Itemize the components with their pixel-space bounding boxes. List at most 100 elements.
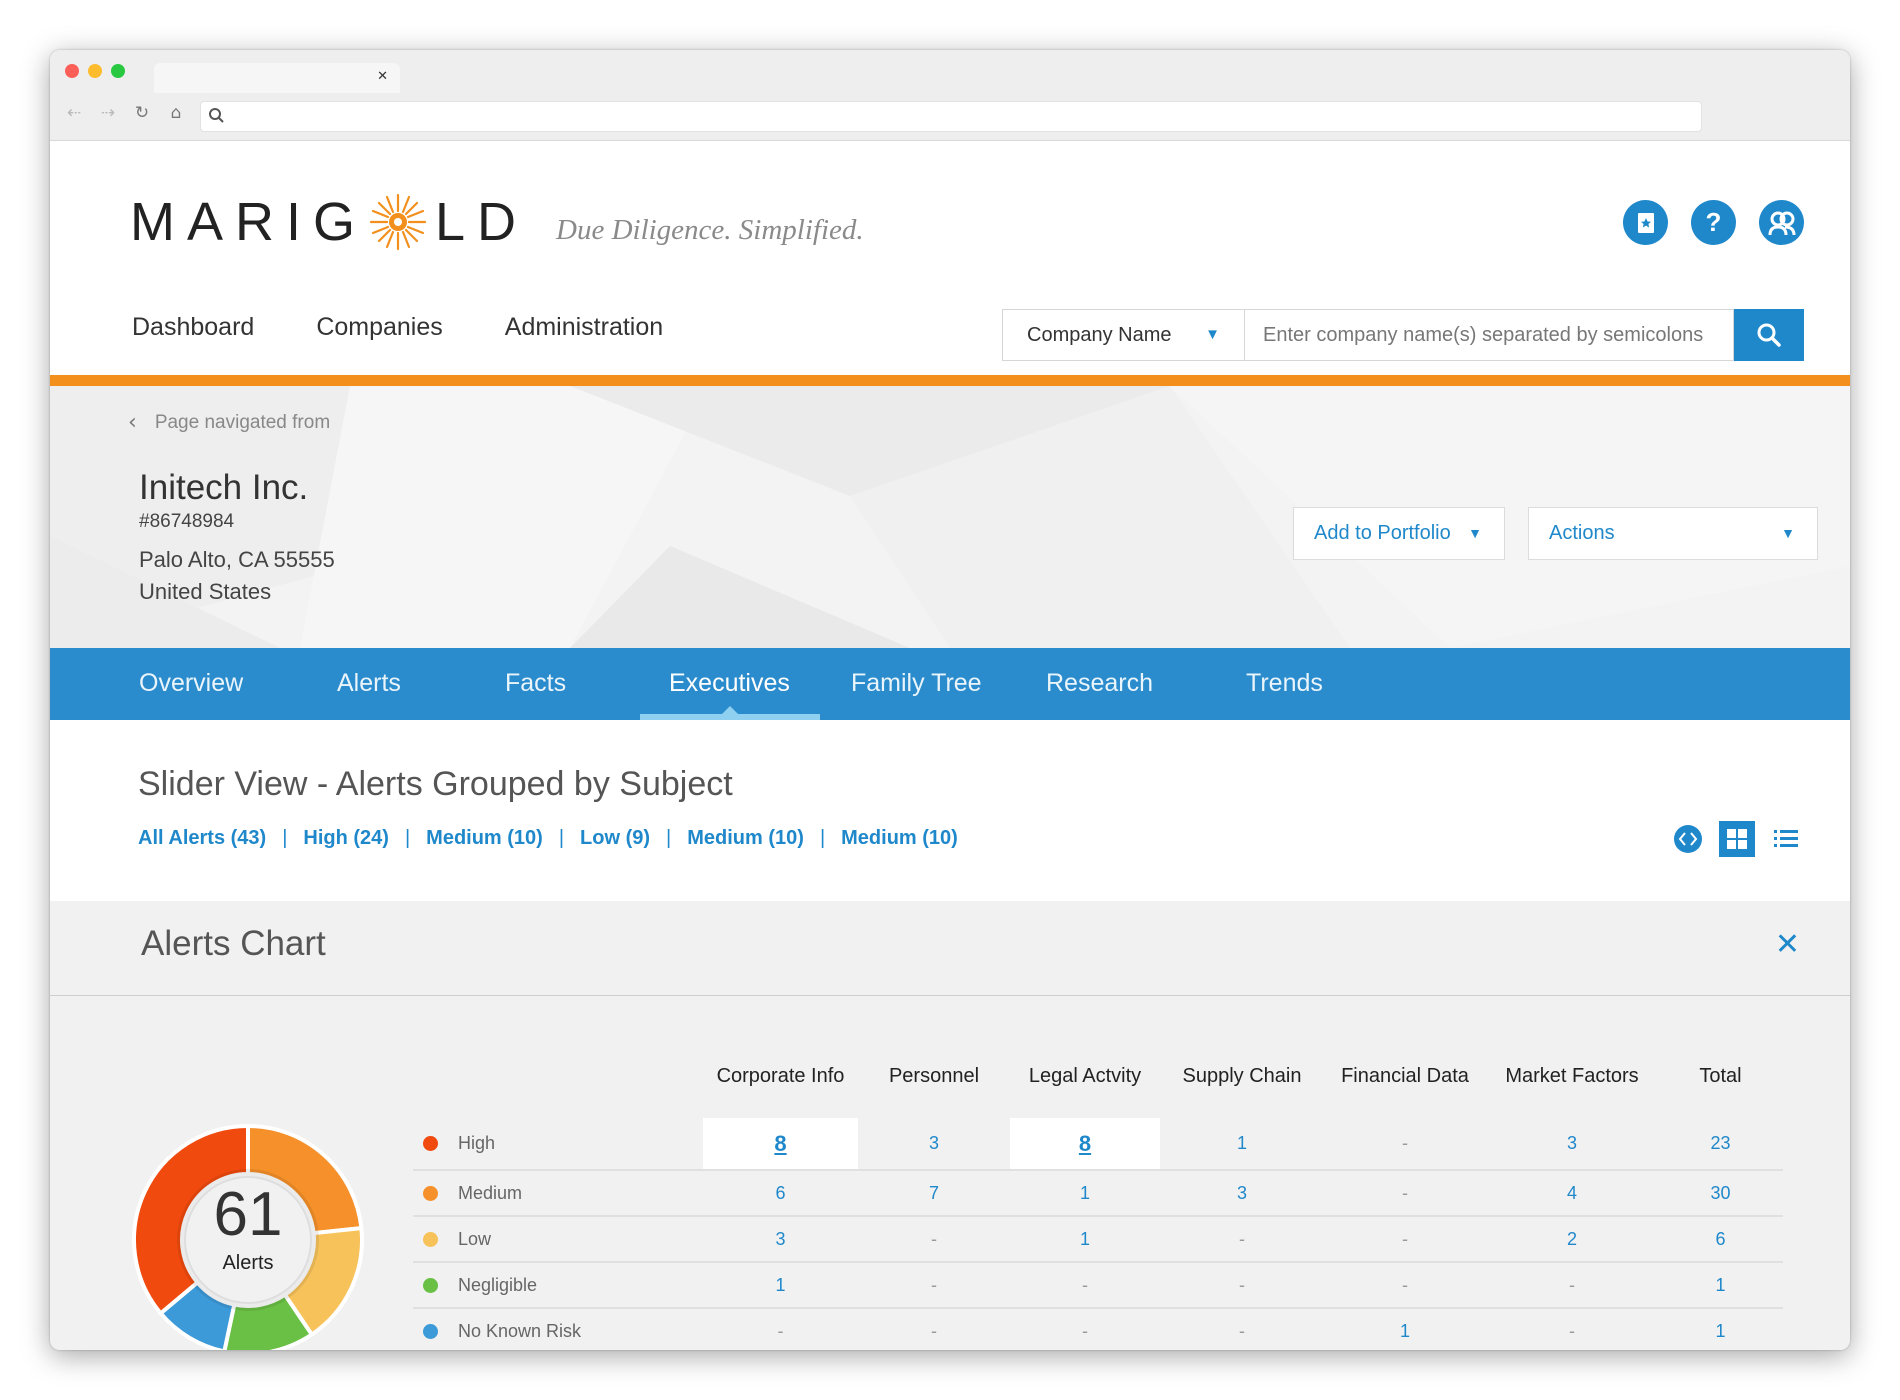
panel-title: Alerts Chart	[141, 924, 326, 963]
alert-count-link[interactable]: 3	[703, 1216, 858, 1263]
severity-label: Low	[458, 1228, 492, 1249]
alert-count-link[interactable]: 7	[858, 1170, 1010, 1217]
cell-value: -	[931, 1274, 937, 1295]
alert-count-link[interactable]: 6	[1658, 1216, 1783, 1263]
tab-family-tree[interactable]: Family Tree	[851, 669, 982, 698]
alert-count-link[interactable]: 1	[1658, 1308, 1783, 1350]
search-button[interactable]	[1734, 309, 1804, 361]
reload-icon[interactable]: ↻	[130, 103, 154, 123]
severity-label-cell: No Known Risk	[413, 1308, 703, 1350]
table-row: No Known Risk - - - - 1 - 1	[413, 1308, 1783, 1350]
alert-count-link[interactable]: 1	[703, 1262, 858, 1309]
address-bar[interactable]	[200, 101, 1702, 132]
cell-value: -	[1082, 1274, 1088, 1295]
cell-value: -	[1239, 1320, 1245, 1341]
list-view-button[interactable]	[1768, 821, 1804, 857]
severity-label-cell: High	[413, 1118, 703, 1171]
minimize-window-button[interactable]	[88, 64, 102, 78]
home-icon[interactable]: ⌂	[164, 103, 188, 123]
nav-companies[interactable]: Companies	[316, 313, 442, 342]
browser-tab[interactable]: ✕	[154, 63, 400, 93]
tab-facts[interactable]: Facts	[505, 669, 566, 698]
caret-down-icon: ▼	[1468, 525, 1482, 541]
slider-view-icon	[1674, 825, 1702, 853]
company-address-line2: United States	[139, 579, 272, 604]
cell-value: 1	[1079, 1228, 1090, 1249]
tab-research[interactable]: Research	[1046, 669, 1153, 698]
search-type-select[interactable]: Company Name ▼	[1002, 309, 1244, 361]
filter-low[interactable]: Low (9)	[580, 827, 650, 850]
bookmark-icon	[1637, 212, 1654, 233]
bookmark-button[interactable]	[1623, 200, 1668, 245]
tab-overview[interactable]: Overview	[139, 669, 243, 698]
alert-count-link[interactable]: 23	[1658, 1118, 1783, 1171]
table-cell: -	[1324, 1216, 1486, 1263]
header-blank	[413, 1034, 703, 1118]
cell-value: 3	[1236, 1182, 1247, 1203]
filter-medium-2[interactable]: Medium (10)	[687, 827, 804, 850]
maximize-window-button[interactable]	[111, 64, 125, 78]
severity-label-cell: Low	[413, 1216, 703, 1263]
alert-count-link[interactable]: 3	[858, 1118, 1010, 1171]
tab-executives[interactable]: Executives	[669, 669, 790, 698]
table-cell: -	[1486, 1262, 1658, 1309]
filter-all-alerts[interactable]: All Alerts (43)	[138, 827, 266, 850]
close-window-button[interactable]	[65, 64, 79, 78]
user-account-button[interactable]	[1759, 200, 1804, 245]
help-icon: ?	[1705, 207, 1722, 237]
add-to-portfolio-button[interactable]: Add to Portfolio ▼	[1293, 507, 1505, 560]
slider-view-button[interactable]	[1670, 821, 1706, 857]
tab-alerts[interactable]: Alerts	[337, 669, 401, 698]
view-switcher	[1670, 821, 1804, 857]
filter-medium[interactable]: Medium (10)	[426, 827, 543, 850]
alert-count-link[interactable]: 2	[1486, 1216, 1658, 1263]
cell-value: 30	[1710, 1182, 1731, 1203]
nav-administration[interactable]: Administration	[505, 313, 663, 342]
filter-high[interactable]: High (24)	[303, 827, 389, 850]
actions-dropdown[interactable]: Actions ▼	[1528, 507, 1818, 560]
alert-count-link[interactable]: 1	[1010, 1170, 1160, 1217]
column-header: Supply Chain	[1182, 1064, 1302, 1087]
filter-separator: |	[404, 827, 411, 849]
table-cell: -	[1324, 1118, 1486, 1171]
severity-label-cell: Medium	[413, 1170, 703, 1217]
close-icon[interactable]: ✕	[1775, 927, 1800, 962]
cell-value: 1	[1715, 1320, 1726, 1341]
add-to-portfolio-label: Add to Portfolio	[1314, 522, 1451, 544]
alert-count-link[interactable]: 8	[703, 1118, 858, 1171]
company-name: Initech Inc.	[139, 468, 309, 507]
alert-count-link[interactable]: 1	[1160, 1118, 1324, 1171]
alert-count-link[interactable]: 4	[1486, 1170, 1658, 1217]
company-search-input[interactable]	[1244, 309, 1734, 361]
cell-value: 23	[1710, 1133, 1731, 1153]
back-link-label: Page navigated from	[154, 411, 331, 433]
filter-medium-3[interactable]: Medium (10)	[841, 827, 958, 850]
alert-count-link[interactable]: 1	[1658, 1262, 1783, 1309]
close-tab-icon[interactable]: ✕	[377, 69, 388, 84]
marigold-logo[interactable]: MARIG LD	[130, 191, 528, 253]
forward-arrow-icon[interactable]: ⇢	[96, 103, 120, 123]
marigold-flower-icon	[369, 193, 427, 251]
back-arrow-icon[interactable]: ⇠	[62, 103, 86, 123]
alert-count-link[interactable]: 3	[1160, 1170, 1324, 1217]
filter-separator: |	[666, 827, 672, 849]
column-header: Corporate Info	[716, 1064, 845, 1087]
cell-value: -	[777, 1320, 784, 1341]
nav-dashboard[interactable]: Dashboard	[132, 313, 254, 342]
severity-dot-icon	[423, 1136, 438, 1151]
alert-count-link[interactable]: 6	[703, 1170, 858, 1217]
alert-count-link[interactable]: 1	[1324, 1308, 1486, 1350]
company-banner: ‹ Page navigated from Initech Inc. #8674…	[50, 386, 1850, 648]
tab-trends[interactable]: Trends	[1246, 669, 1323, 698]
alert-count-link[interactable]: 8	[1010, 1118, 1160, 1171]
cell-value: -	[931, 1228, 937, 1249]
back-link[interactable]: ‹ Page navigated from	[128, 410, 330, 435]
alert-count-link[interactable]: 1	[1010, 1216, 1160, 1263]
alert-count-link[interactable]: 30	[1658, 1170, 1783, 1217]
severity-dot-icon	[423, 1185, 438, 1201]
browser-window: ✕ ⇠ ⇢ ↻ ⌂ MARIG LD Due Diligence. Simpli…	[50, 50, 1850, 1350]
filter-separator: |	[558, 827, 565, 849]
help-button[interactable]: ?	[1691, 200, 1736, 245]
alert-count-link[interactable]: 3	[1486, 1118, 1658, 1171]
grid-view-button[interactable]	[1719, 821, 1755, 857]
